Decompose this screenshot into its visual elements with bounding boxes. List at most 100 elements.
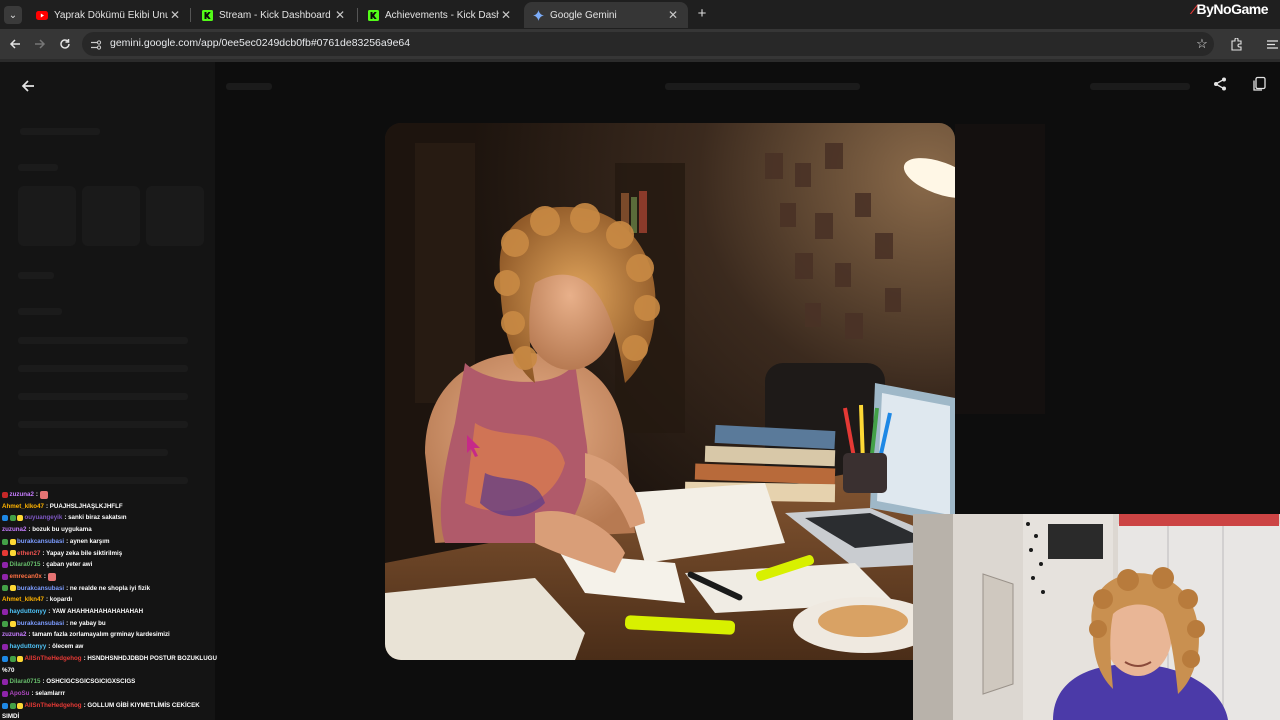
chat-username[interactable]: Ahmet_klkn47: [2, 594, 44, 606]
chat-badge-icon: [2, 562, 8, 569]
chat-message: zuzuna2:: [2, 489, 222, 501]
chat-username[interactable]: zuzuna2: [10, 489, 34, 501]
brand-text: ByNoGame: [1196, 1, 1269, 17]
kick-icon: [367, 9, 379, 21]
share-icon[interactable]: [1212, 76, 1232, 96]
chat-badge-icon: [9, 515, 16, 522]
chat-badge-icon: [17, 655, 23, 662]
chat-text: aynen karşım: [69, 537, 110, 545]
extensions-icon[interactable]: [1230, 37, 1244, 52]
chat-username[interactable]: zuzuna2: [2, 524, 26, 536]
chat-text-continued: SIMDİ: [2, 713, 20, 720]
chat-username[interactable]: Dilara0715: [10, 676, 41, 688]
chat-message: Ahmet_klkn47: kopardı: [2, 594, 222, 606]
chat-badge-icon: [2, 702, 8, 709]
chat-message: hayduttonyy: ölecem aw: [2, 641, 222, 653]
tab-kick-achievements[interactable]: Achievements - Kick Dashboard ✕: [359, 2, 521, 28]
chat-message: AllSnTheHedgehog: GOLLUM GİBİ KIYMETLİMİ…: [2, 700, 222, 712]
tab-google-gemini[interactable]: Google Gemini ✕: [524, 2, 688, 28]
browser-tab-strip: ⌄ Yaprak Dökümü Ekibi Unutulmaz ✕ Stream…: [0, 0, 1280, 29]
chat-text: ölecem aw: [52, 643, 84, 651]
chat-badge-icon: [2, 515, 8, 522]
chat-message: zuzuna2: bozuk bu uygukama: [2, 524, 222, 536]
chat-username[interactable]: Ahmet_klko47: [2, 501, 44, 513]
chat-text: YAW AHAHHAHAHAHAHAHAH: [52, 608, 144, 616]
tab-title: Yaprak Dökümü Ekibi Unutulmaz: [54, 9, 168, 21]
forward-arrow-icon[interactable]: [31, 35, 49, 53]
tab-youtube[interactable]: Yaprak Dökümü Ekibi Unutulmaz ✕: [28, 2, 190, 28]
close-tab-icon[interactable]: ✕: [333, 8, 347, 22]
chat-message: Dilara0715: OSHCIGCSGICSGICIGXSCIGS: [2, 676, 222, 688]
chat-badge-icon: [17, 702, 23, 709]
chat-badge-icon: [2, 690, 8, 697]
chat-username[interactable]: zuzuna2: [2, 629, 26, 641]
reload-icon[interactable]: [56, 35, 74, 53]
chat-badge-icon: [2, 620, 8, 627]
bookmark-star-icon[interactable]: ☆: [1194, 36, 1210, 52]
chat-message: burakcansubasi: ne realde ne shopla iyi …: [2, 583, 222, 595]
chat-text: bozuk bu uygukama: [32, 526, 92, 534]
chat-message: Ahmet_klko47: PUAJHSLJHAŞLKJHFLF: [2, 501, 222, 513]
chat-badge-icon: [2, 491, 8, 498]
back-arrow-icon[interactable]: [6, 35, 24, 53]
chat-text-continued: %70: [2, 666, 15, 674]
chat-text: HSNDHSNHDJDBDH POSTUR BOZUKLUGU: [87, 654, 217, 662]
chat-badge-icon: [2, 643, 8, 650]
chat-text: ne realde ne shopla iyi fizik: [69, 584, 151, 592]
chat-username[interactable]: ouyuangeyik: [25, 512, 63, 524]
site-info-icon[interactable]: [90, 38, 102, 50]
tab-search-button[interactable]: ⌄: [4, 6, 22, 24]
tab-kick-stream[interactable]: Stream - Kick Dashboard ✕: [193, 2, 355, 28]
new-tab-button[interactable]: +: [694, 6, 710, 22]
dimmed-header-text: [226, 83, 272, 90]
chat-text: kopardı: [49, 596, 73, 604]
chat-username[interactable]: Dilara0715: [10, 559, 41, 571]
chat-text: Yapay zeka bile siktirilmiş: [46, 549, 123, 557]
dimmed-header-text: [1090, 83, 1190, 90]
dimmed-header-text: [665, 83, 860, 90]
copy-icon[interactable]: [1251, 76, 1271, 96]
bynogame-logo: ⁄ ByNoGame: [1192, 1, 1269, 17]
chat-badge-icon: [2, 679, 8, 686]
gemini-icon: [532, 9, 544, 21]
side-panel-icon[interactable]: [1266, 38, 1280, 52]
chat-message: ouyuangeyik: sanki biraz sakatsın: [2, 512, 222, 524]
close-tab-icon[interactable]: ✕: [499, 8, 513, 22]
screen: ⌄ Yaprak Dökümü Ekibi Unutulmaz ✕ Stream…: [0, 0, 1280, 720]
chat-username[interactable]: hayduttonyy: [10, 606, 47, 618]
chat-username[interactable]: emrecan0x: [10, 571, 42, 583]
webcam-overlay: [913, 514, 1280, 720]
chat-username[interactable]: ethen27: [17, 548, 40, 560]
chat-username[interactable]: ApoSu: [10, 688, 30, 700]
chat-username[interactable]: AllSnTheHedgehog: [25, 653, 82, 665]
close-tab-icon[interactable]: ✕: [666, 8, 680, 22]
chat-username[interactable]: burakcansubasi: [17, 618, 64, 630]
chat-username[interactable]: burakcansubasi: [17, 583, 64, 595]
chat-message: burakcansubasi: aynen karşım: [2, 536, 222, 548]
tab-title: Achievements - Kick Dashboard: [385, 9, 499, 21]
generated-image[interactable]: [385, 123, 955, 660]
chat-message: ApoSu: selamlarrr: [2, 688, 222, 700]
chat-message: ethen27: Yapay zeka bile siktirilmiş: [2, 548, 222, 560]
chat-emote-icon: [39, 490, 48, 499]
chat-text: tamam fazla zorlamayalım grminay kardesi…: [32, 631, 170, 639]
chat-message: zuzuna2: tamam fazla zorlamayalım grmina…: [2, 629, 222, 641]
chat-text: sanki biraz sakatsın: [68, 514, 127, 522]
chat-badge-icon: [2, 573, 8, 580]
chat-badge-icon: [9, 620, 16, 627]
chat-username[interactable]: burakcansubasi: [17, 536, 64, 548]
dimmed-background-image: [955, 124, 1045, 414]
chat-badge-icon: [2, 585, 8, 592]
address-bar[interactable]: gemini.google.com/app/0ee5ec0249dcb0fb#0…: [82, 32, 1214, 56]
chat-text: ne yabay bu: [69, 619, 106, 627]
chat-badge-icon: [9, 702, 16, 709]
url-text: gemini.google.com/app/0ee5ec0249dcb0fb#0…: [110, 37, 411, 49]
chat-text: OSHCIGCSGICSGICIGXSCIGS: [46, 678, 136, 686]
back-arrow-icon[interactable]: [18, 76, 38, 96]
chat-username[interactable]: AllSnTheHedgehog: [25, 700, 82, 712]
chat-message: Dilara0715: çaban yeter awi: [2, 559, 222, 571]
close-tab-icon[interactable]: ✕: [168, 8, 182, 22]
chat-badge-icon: [2, 550, 8, 557]
chat-username[interactable]: hayduttonyy: [10, 641, 47, 653]
stream-chat-overlay: zuzuna2: Ahmet_klko47: PUAJHSLJHAŞLKJHFL…: [2, 489, 222, 720]
